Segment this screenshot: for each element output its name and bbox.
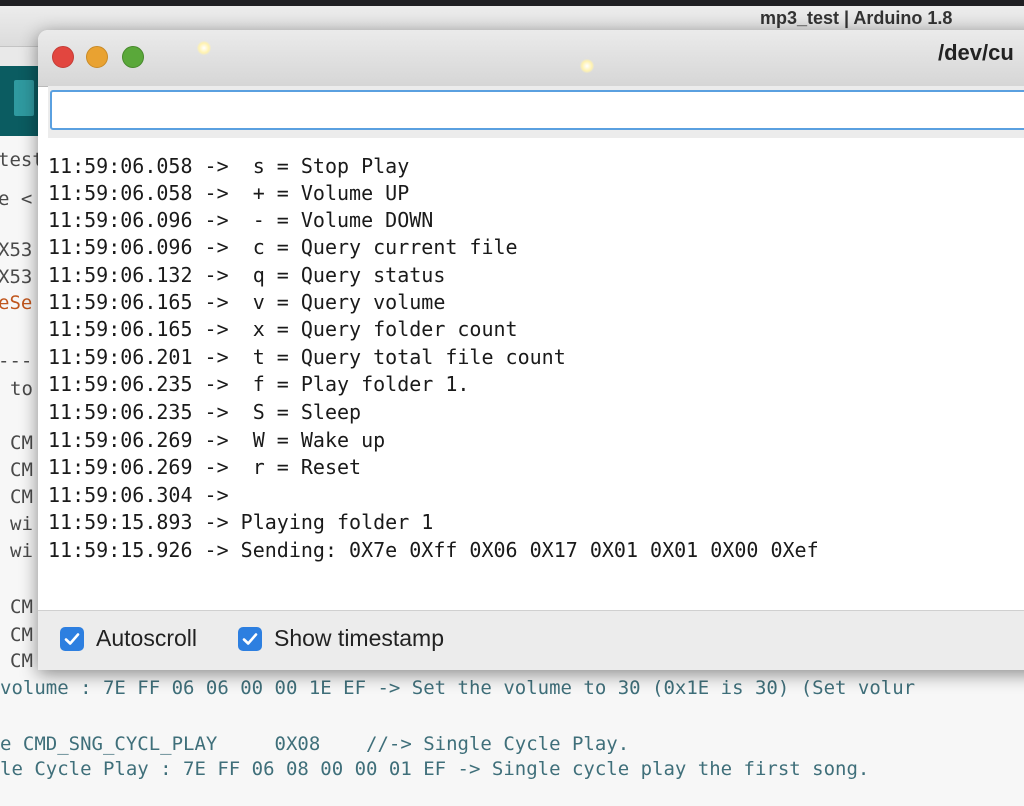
output-line: 11:59:06.096 -> c = Query current file	[48, 235, 518, 259]
checkmark-icon	[242, 632, 258, 645]
gutter-text: CM	[10, 650, 33, 672]
output-line: 11:59:06.269 -> r = Reset	[48, 455, 362, 479]
gutter-text: e <	[0, 188, 33, 210]
output-line: 11:59:06.235 -> f = Play folder 1.	[48, 372, 470, 396]
gutter-text: CM	[10, 432, 33, 454]
show-timestamp-label: Show timestamp	[274, 625, 445, 651]
autoscroll-checkbox[interactable]	[60, 626, 84, 651]
gutter-text: wi	[10, 513, 33, 535]
gutter-text: ---	[0, 350, 33, 372]
ide-title: mp3_test | Arduino 1.8	[760, 8, 953, 28]
serial-monitor-window: /dev/cu 11:59:06.058 -> s = Stop Play 11…	[38, 30, 1024, 670]
serial-send-input[interactable]	[50, 90, 1024, 130]
code-line: volume : 7E FF 06 06 00 00 1E EF -> Set …	[0, 677, 916, 699]
autoscroll-toggle[interactable]: Autoscroll	[60, 625, 197, 652]
monitor-footer: Autoscroll Show timestamp	[38, 610, 1024, 670]
minimize-window-button[interactable]	[86, 46, 108, 68]
ide-toolbar-button[interactable]	[14, 80, 34, 116]
output-line: 11:59:06.165 -> v = Query volume	[48, 290, 446, 314]
gutter-text: wi	[10, 540, 33, 562]
glare-spot	[197, 41, 211, 55]
show-timestamp-checkbox[interactable]	[238, 626, 262, 651]
output-line: 11:59:06.058 -> + = Volume UP	[48, 181, 410, 205]
checkmark-icon	[64, 632, 80, 645]
gutter-text: X53	[0, 239, 33, 261]
show-timestamp-toggle[interactable]: Show timestamp	[238, 625, 444, 652]
code-line: le Cycle Play : 7E FF 06 08 00 00 01 EF …	[0, 758, 870, 780]
output-line: 11:59:06.132 -> q = Query status	[48, 263, 446, 287]
output-line: 11:59:06.165 -> x = Query folder count	[48, 317, 518, 341]
output-line: 11:59:06.269 -> W = Wake up	[48, 428, 386, 452]
glare-spot	[580, 59, 594, 73]
output-line: 11:59:06.304 ->	[48, 483, 241, 507]
monitor-titlebar[interactable]: /dev/cu	[38, 30, 1024, 87]
serial-output[interactable]: 11:59:06.058 -> s = Stop Play 11:59:06.0…	[38, 140, 1024, 580]
zoom-window-button[interactable]	[122, 46, 144, 68]
send-bar	[48, 86, 1024, 138]
gutter-text: CM	[10, 624, 33, 646]
output-line: 11:59:06.201 -> t = Query total file cou…	[48, 345, 566, 369]
output-line: 11:59:06.096 -> - = Volume DOWN	[48, 208, 434, 232]
close-window-button[interactable]	[52, 46, 74, 68]
gutter-text: to	[10, 378, 33, 400]
output-line: 11:59:06.235 -> S = Sleep	[48, 400, 362, 424]
gutter-text: CM	[10, 596, 33, 618]
gutter-text: CM	[10, 486, 33, 508]
gutter-text: CM	[10, 459, 33, 481]
output-line: 11:59:15.926 -> Sending: 0X7e 0Xff 0X06 …	[48, 538, 819, 562]
code-line: e CMD_SNG_CYCL_PLAY 0X08 //-> Single Cyc…	[0, 733, 630, 755]
output-line: 11:59:15.893 -> Playing folder 1	[48, 510, 434, 534]
gutter-text: eSe	[0, 292, 33, 314]
gutter-text: X53	[0, 266, 33, 288]
output-line: 11:59:06.058 -> s = Stop Play	[48, 154, 410, 178]
autoscroll-label: Autoscroll	[96, 625, 197, 651]
monitor-title: /dev/cu	[938, 40, 1014, 65]
